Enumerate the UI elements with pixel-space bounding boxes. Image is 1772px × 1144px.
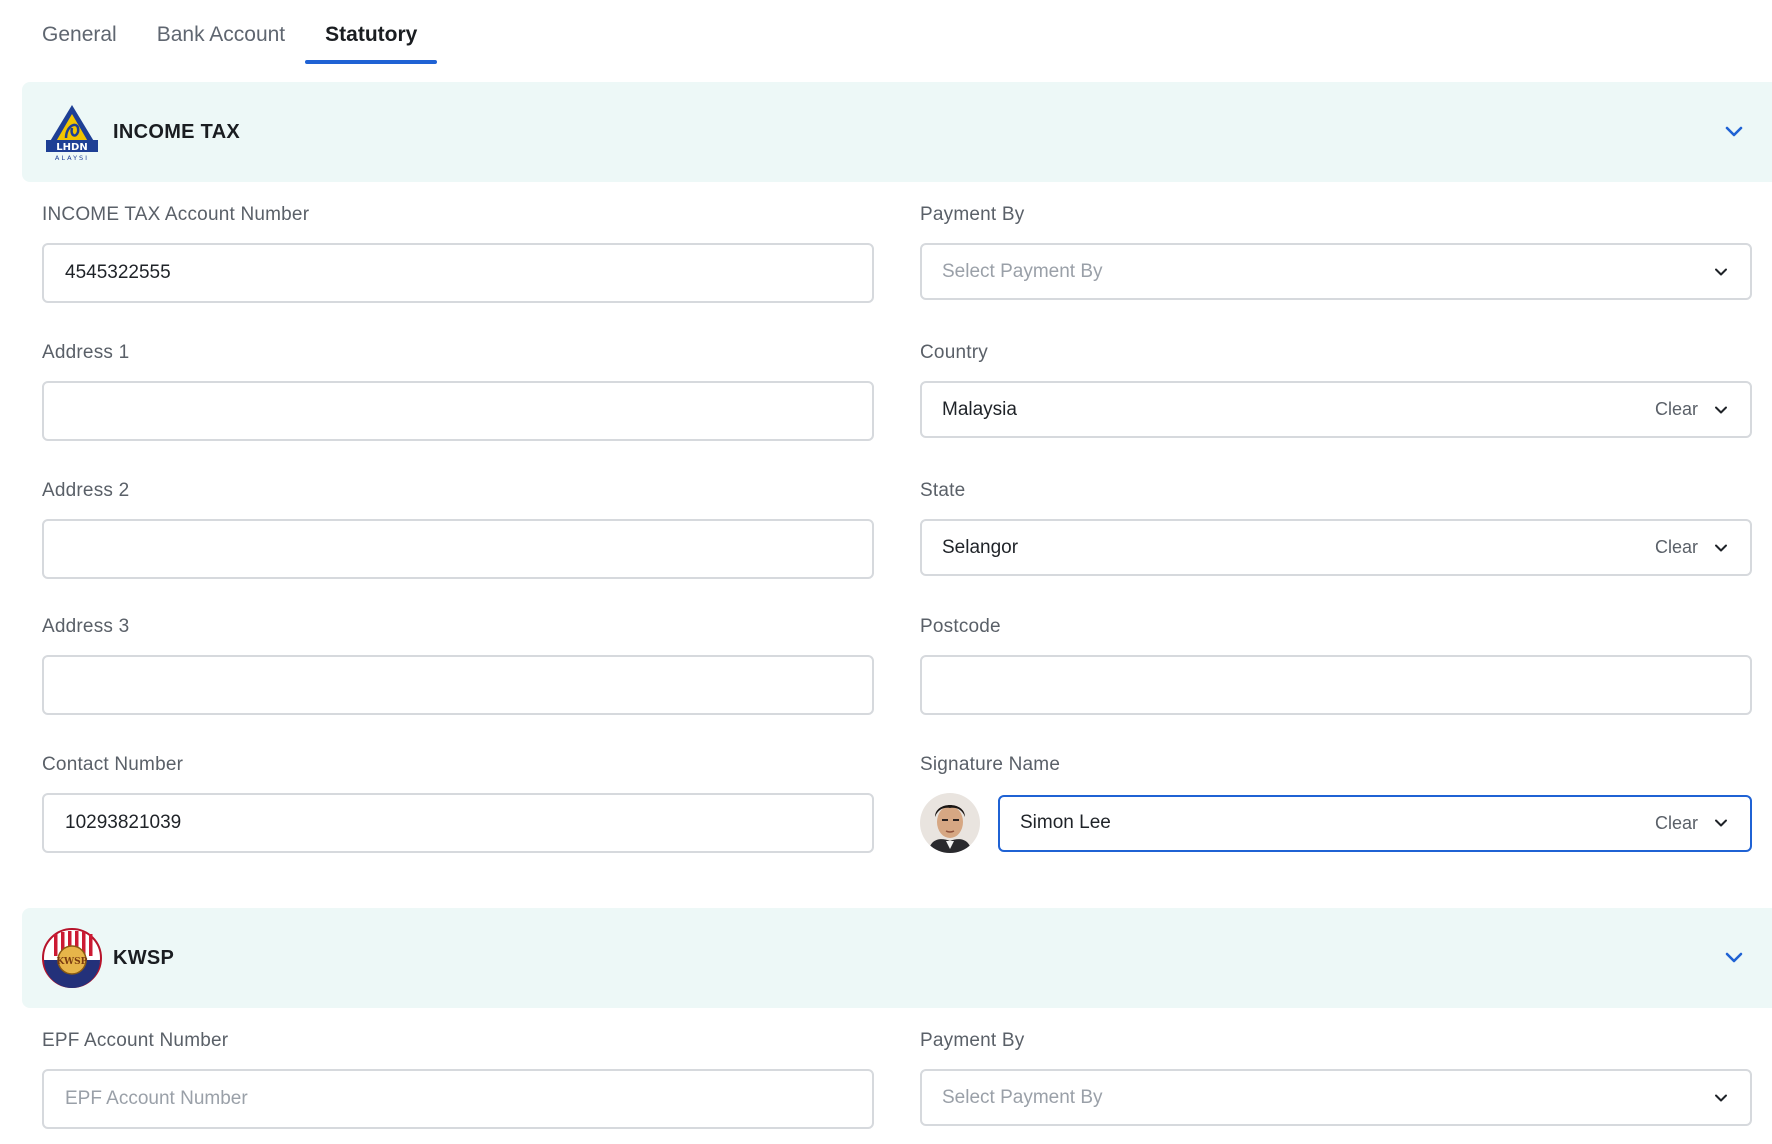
- income-tax-payment-by-field: Payment By Select Payment By: [920, 202, 1752, 300]
- signature-name-value: Simon Lee: [1020, 812, 1111, 833]
- kwsp-payment-by-select[interactable]: Select Payment By: [920, 1069, 1752, 1126]
- address2-input[interactable]: [42, 519, 874, 579]
- country-label: Country: [920, 342, 988, 363]
- address1-label: Address 1: [42, 342, 130, 363]
- epf-account-label: EPF Account Number: [42, 1030, 229, 1051]
- chevron-down-icon[interactable]: [1722, 120, 1746, 144]
- postcode-input[interactable]: [920, 655, 1752, 715]
- contact-number-input[interactable]: [42, 793, 874, 853]
- income-tax-account-field: INCOME TAX Account Number: [42, 202, 874, 303]
- address3-input[interactable]: [42, 655, 874, 715]
- payment-by-select[interactable]: Select Payment By: [920, 243, 1752, 300]
- signature-name-select[interactable]: Simon Lee Clear: [998, 794, 1752, 852]
- payment-by-label: Payment By: [920, 204, 1025, 225]
- state-select[interactable]: Selangor Clear: [920, 519, 1752, 576]
- kwsp-section-header[interactable]: KWSP KWSP: [22, 908, 1772, 1008]
- kwsp-title: KWSP: [113, 946, 175, 969]
- income-tax-account-input[interactable]: [42, 243, 874, 303]
- signature-clear-button[interactable]: Clear: [1655, 813, 1698, 834]
- country-value: Malaysia: [942, 398, 1017, 420]
- address3-label: Address 3: [42, 616, 130, 637]
- country-clear-button[interactable]: Clear: [1655, 399, 1698, 420]
- avatar: [920, 793, 980, 853]
- epf-account-input[interactable]: [42, 1069, 874, 1129]
- signature-name-field: Signature Name Simon Lee Clear: [920, 752, 1752, 853]
- tab-bank-account[interactable]: Bank Account: [137, 0, 305, 64]
- svg-text:KWSP: KWSP: [57, 957, 88, 967]
- kwsp-payment-by-field: Payment By Select Payment By: [920, 1028, 1752, 1126]
- tab-general[interactable]: General: [22, 0, 137, 64]
- svg-text:ALAYSI: ALAYSI: [55, 154, 89, 162]
- signature-row: Simon Lee Clear: [920, 793, 1752, 853]
- kwsp-payment-by-placeholder: Select Payment By: [942, 1086, 1103, 1108]
- address2-field: Address 2: [42, 478, 874, 579]
- address2-label: Address 2: [42, 480, 130, 501]
- caret-down-icon: [1715, 544, 1727, 551]
- contact-number-label: Contact Number: [42, 754, 184, 775]
- address1-input[interactable]: [42, 381, 874, 441]
- state-value: Selangor: [942, 536, 1019, 558]
- postcode-field: Postcode: [920, 614, 1752, 715]
- caret-down-icon: [1715, 819, 1727, 827]
- epf-account-field: EPF Account Number: [42, 1028, 874, 1129]
- address1-field: Address 1: [42, 340, 874, 441]
- income-tax-section-header[interactable]: LHDN ALAYSI INCOME TAX: [22, 82, 1772, 182]
- caret-down-icon: [1715, 406, 1727, 413]
- tab-statutory[interactable]: Statutory: [305, 0, 438, 64]
- state-label: State: [920, 480, 966, 501]
- chevron-down-icon[interactable]: [1722, 946, 1746, 970]
- tab-bar: General Bank Account Statutory: [22, 0, 438, 64]
- income-tax-title: INCOME TAX: [113, 120, 241, 143]
- kwsp-logo: KWSP: [42, 928, 102, 988]
- income-tax-account-label: INCOME TAX Account Number: [42, 204, 310, 225]
- statutory-page: General Bank Account Statutory LHDN ALAY…: [0, 0, 1772, 1144]
- payment-by-placeholder: Select Payment By: [942, 260, 1103, 282]
- country-field: Country Malaysia Clear: [920, 340, 1752, 438]
- state-clear-button[interactable]: Clear: [1655, 537, 1698, 558]
- svg-text:LHDN: LHDN: [56, 142, 87, 153]
- country-select[interactable]: Malaysia Clear: [920, 381, 1752, 438]
- state-field: State Selangor Clear: [920, 478, 1752, 576]
- caret-down-icon: [1715, 268, 1727, 275]
- address3-field: Address 3: [42, 614, 874, 715]
- kwsp-payment-by-label: Payment By: [920, 1030, 1025, 1051]
- postcode-label: Postcode: [920, 616, 1001, 637]
- lhdn-logo: LHDN ALAYSI: [46, 105, 98, 162]
- caret-down-icon: [1715, 1094, 1727, 1101]
- contact-number-field: Contact Number: [42, 752, 874, 853]
- signature-name-label: Signature Name: [920, 754, 1061, 775]
